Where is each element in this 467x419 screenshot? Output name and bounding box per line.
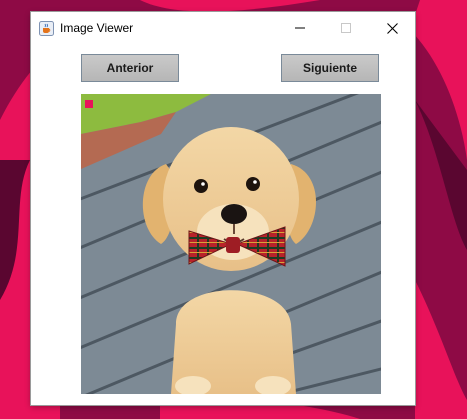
minimize-button[interactable] — [277, 12, 323, 44]
maximize-icon — [341, 23, 351, 33]
maximize-button[interactable] — [323, 12, 369, 44]
next-button[interactable]: Siguiente — [281, 54, 379, 82]
puppy-photo — [81, 94, 381, 394]
title-bar[interactable]: Image Viewer — [31, 12, 415, 44]
window-title: Image Viewer — [60, 21, 134, 35]
close-button[interactable] — [369, 12, 415, 44]
java-coffee-cup-icon — [39, 21, 54, 36]
previous-button[interactable]: Anterior — [81, 54, 179, 82]
close-icon — [386, 22, 398, 34]
minimize-icon — [295, 27, 305, 29]
image-viewer-window: Image Viewer Anterior Siguiente — [31, 12, 415, 405]
